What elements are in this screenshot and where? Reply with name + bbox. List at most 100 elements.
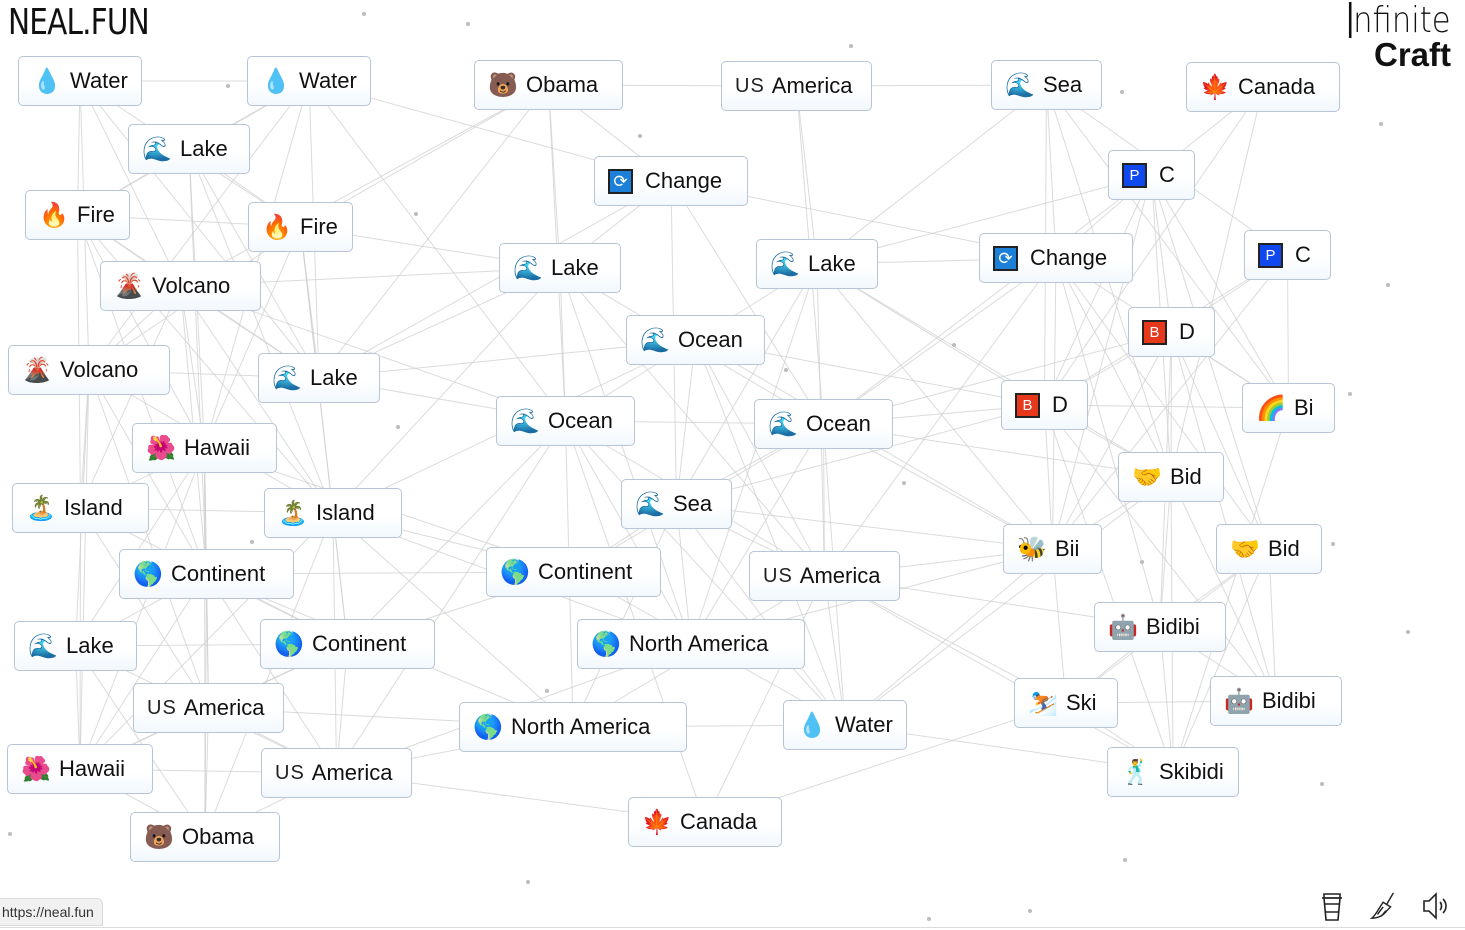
- connection-line: [300, 226, 348, 645]
- element-skibidi-1[interactable]: 🕺 Skibidi: [1107, 747, 1239, 797]
- element-north-america-1[interactable]: 🌎 North America: [577, 619, 805, 669]
- element-label: Lake: [66, 633, 114, 658]
- background-dot: [1120, 90, 1124, 94]
- element-lake-4[interactable]: 🌊 Lake: [499, 243, 621, 293]
- brand-line2: Craft: [1373, 36, 1451, 73]
- element-island-2[interactable]: 🏝️ Island: [264, 488, 402, 538]
- element-c-2[interactable]: PC: [1244, 230, 1331, 280]
- globe-americas-icon: 🌎: [591, 630, 621, 658]
- element-bid-1[interactable]: 🤝 Bid: [1118, 452, 1224, 502]
- element-lake-1[interactable]: 🌊 Lake: [128, 124, 250, 174]
- element-sea-1[interactable]: 🌊 Sea: [621, 479, 732, 529]
- water-drop-icon: 💧: [32, 67, 62, 95]
- wave-icon: 🌊: [513, 254, 543, 282]
- connection-line: [690, 423, 824, 645]
- desert-island-icon: 🏝️: [278, 499, 308, 527]
- element-bidibi-2[interactable]: 🤖 Bidibi: [1210, 676, 1342, 726]
- element-canada-2[interactable]: 🍁 Canada: [1186, 62, 1340, 112]
- dancer-icon: 🕺: [1121, 758, 1151, 786]
- element-label: Fire: [300, 214, 338, 239]
- handshake-icon: 🤝: [1230, 535, 1260, 563]
- element-ski-1[interactable]: ⛷️ Ski: [1014, 678, 1118, 728]
- divider: [0, 927, 1465, 928]
- element-america-2[interactable]: US America: [261, 748, 412, 798]
- element-fire-2[interactable]: 🔥 Fire: [248, 202, 353, 252]
- toolbar: [1317, 890, 1451, 922]
- background-dot: [362, 12, 366, 16]
- element-label: Fire: [77, 202, 115, 227]
- element-water-3[interactable]: 💧 Water: [783, 700, 907, 750]
- element-label: Obama: [526, 72, 599, 97]
- element-america-4[interactable]: US America: [749, 551, 900, 601]
- connection-line: [79, 80, 181, 287]
- background-dot: [466, 22, 470, 26]
- element-hawaii-2[interactable]: 🌺 Hawaii: [7, 744, 153, 794]
- element-obama-2[interactable]: 🐻 Obama: [474, 60, 623, 110]
- connection-line: [75, 447, 205, 647]
- element-bii-1[interactable]: 🐝 Bii: [1003, 524, 1102, 574]
- element-sea-2[interactable]: 🌊 Sea: [991, 60, 1102, 110]
- element-change-2[interactable]: ⟳ Change: [979, 233, 1133, 283]
- element-label: Continent: [312, 631, 407, 656]
- element-america-3[interactable]: US America: [721, 61, 872, 111]
- connection-line: [676, 263, 818, 505]
- element-ocean-3[interactable]: 🌊 Ocean: [754, 399, 893, 449]
- element-continent-3[interactable]: 🌎 Continent: [486, 547, 661, 597]
- connection-line: [180, 84, 549, 287]
- element-volcano-1[interactable]: 🌋 Volcano: [100, 261, 261, 311]
- element-obama-1[interactable]: 🐻 Obama: [130, 812, 280, 862]
- element-c-1[interactable]: PC: [1108, 150, 1195, 200]
- connection-line: [704, 575, 825, 823]
- element-continent-2[interactable]: 🌎 Continent: [260, 619, 435, 669]
- element-ocean-1[interactable]: 🌊 Ocean: [626, 315, 765, 365]
- background-dot: [1331, 542, 1335, 546]
- element-america-1[interactable]: US America: [133, 683, 284, 733]
- element-change-1[interactable]: ⟳ Change: [594, 156, 748, 206]
- connection-line: [1151, 174, 1289, 409]
- coffee-cup-icon: [1322, 893, 1342, 921]
- connection-line: [796, 85, 818, 265]
- element-lake-5[interactable]: 🌊 Lake: [756, 239, 878, 289]
- background-dot: [414, 212, 418, 216]
- element-water-1[interactable]: 💧 Water: [18, 56, 142, 106]
- element-label: Ocean: [548, 408, 613, 433]
- element-lake-3[interactable]: 🌊 Lake: [14, 621, 137, 671]
- background-dot: [545, 689, 549, 693]
- element-volcano-2[interactable]: 🌋 Volcano: [8, 345, 170, 395]
- element-fire-1[interactable]: 🔥 Fire: [25, 190, 130, 240]
- element-canada-1[interactable]: 🍁 Canada: [628, 797, 782, 847]
- element-ocean-2[interactable]: 🌊 Ocean: [496, 396, 635, 446]
- element-north-america-2[interactable]: 🌎 North America: [459, 702, 687, 752]
- clear-button[interactable]: [1369, 890, 1399, 922]
- connection-line: [695, 339, 825, 577]
- element-label: Bidibi: [1262, 688, 1316, 713]
- fire-icon: 🔥: [262, 213, 292, 241]
- p-button-icon: P: [1122, 162, 1147, 188]
- element-label: Lake: [808, 251, 856, 276]
- element-hawaii-1[interactable]: 🌺 Hawaii: [132, 423, 277, 473]
- background-dot: [1320, 782, 1324, 786]
- site-logo[interactable]: NEAL.FUN: [8, 2, 150, 43]
- connection-line: [1170, 476, 1277, 702]
- element-label: Ocean: [806, 411, 871, 436]
- element-bidibi-1[interactable]: 🤖 Bidibi: [1094, 602, 1226, 652]
- connection-line: [80, 507, 209, 709]
- element-label: Ocean: [678, 327, 743, 352]
- element-label: America: [311, 760, 393, 785]
- element-d-1[interactable]: BD: [1128, 307, 1215, 357]
- element-island-1[interactable]: 🏝️ Island: [12, 483, 149, 533]
- element-label: Hawaii: [184, 435, 251, 460]
- element-d-2[interactable]: BD: [1001, 380, 1088, 430]
- element-label: Canada: [1238, 74, 1316, 99]
- coffee-button[interactable]: [1317, 890, 1347, 922]
- element-continent-1[interactable]: 🌎 Continent: [119, 549, 294, 599]
- element-bid-2[interactable]: 🤝 Bid: [1216, 524, 1322, 574]
- element-water-2[interactable]: 💧 Water: [247, 56, 371, 106]
- element-bi-1[interactable]: 🌈 Bi: [1242, 383, 1335, 433]
- sound-button[interactable]: [1421, 890, 1451, 922]
- wave-icon: 🌊: [510, 407, 540, 435]
- element-lake-2[interactable]: 🌊 Lake: [258, 353, 380, 403]
- refresh-arrows-icon: ⟳: [993, 245, 1018, 271]
- connection-line: [1171, 331, 1270, 550]
- connection-line: [79, 369, 90, 770]
